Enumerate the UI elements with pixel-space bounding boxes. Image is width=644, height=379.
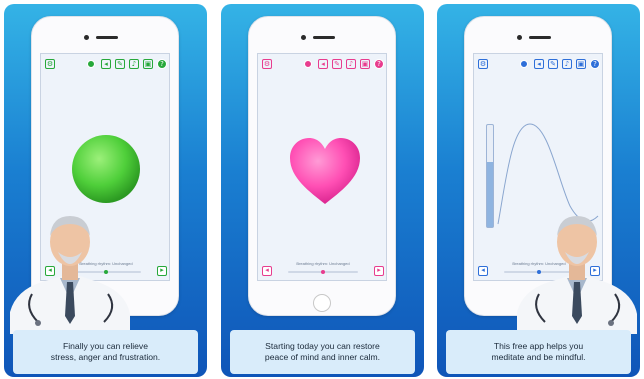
help-icon[interactable]: ?: [590, 59, 600, 69]
phone-mockup: ⚙ ◂ ✎ ♪ ▣ ? ◂ ▸ Breathing rhythm: Unchan…: [248, 16, 396, 316]
caption-box: Starting today you can restore peace of …: [230, 330, 415, 374]
left-arrow-icon[interactable]: ◂: [478, 266, 488, 276]
caption-line-1: This free app helps you: [493, 341, 584, 351]
record-icon[interactable]: [87, 60, 95, 68]
home-button: [313, 294, 331, 312]
cart-icon[interactable]: ▣: [576, 59, 586, 69]
music-icon[interactable]: ♪: [129, 59, 139, 69]
earpiece: [529, 36, 551, 39]
breathing-heart: [290, 138, 360, 204]
caption-line-1: Finally you can relieve: [62, 341, 149, 351]
breath-level-bar: [486, 124, 494, 228]
caption-line-2: meditate and be mindful.: [491, 352, 586, 362]
breathing-progress[interactable]: [288, 270, 358, 274]
wrench-icon[interactable]: ✎: [548, 59, 558, 69]
right-arrow-icon[interactable]: ▸: [157, 266, 167, 276]
screenshot-panel-3: ⚙ ◂ ✎ ♪ ▣ ? ◂ ▸ Breathing rhythm: Unchan…: [437, 4, 640, 377]
record-icon[interactable]: [520, 60, 528, 68]
earpiece: [313, 36, 335, 39]
gear-icon[interactable]: ⚙: [45, 59, 55, 69]
progress-dot: [321, 270, 325, 274]
speaker-icon[interactable]: ◂: [101, 59, 111, 69]
speaker-icon[interactable]: ◂: [318, 59, 328, 69]
cart-icon[interactable]: ▣: [360, 59, 370, 69]
caption-line-2: peace of mind and inner calm.: [264, 352, 381, 362]
doctor-photo: [517, 216, 637, 334]
cart-icon[interactable]: ▣: [143, 59, 153, 69]
breathing-status: Breathing rhythm: Unchanged: [296, 261, 350, 266]
record-icon[interactable]: [304, 60, 312, 68]
caption-line-2: stress, anger and frustration.: [50, 352, 161, 362]
wrench-icon[interactable]: ✎: [332, 59, 342, 69]
gear-icon[interactable]: ⚙: [262, 59, 272, 69]
caption-box: This free app helps you meditate and be …: [446, 330, 631, 374]
earpiece: [96, 36, 118, 39]
wrench-icon[interactable]: ✎: [115, 59, 125, 69]
speaker-icon[interactable]: ◂: [534, 59, 544, 69]
breathing-ball: [72, 135, 140, 203]
caption-line-1: Starting today you can restore: [265, 341, 380, 351]
screenshot-panel-2: ⚙ ◂ ✎ ♪ ▣ ? ◂ ▸ Breathing rhythm: Unchan…: [221, 4, 424, 377]
doctor-photo: [10, 216, 130, 334]
right-arrow-icon[interactable]: ▸: [374, 266, 384, 276]
music-icon[interactable]: ♪: [346, 59, 356, 69]
left-arrow-icon[interactable]: ◂: [262, 266, 272, 276]
gear-icon[interactable]: ⚙: [478, 59, 488, 69]
screenshot-panel-1: ⚙ ◂ ✎ ♪ ▣ ? ◂ ▸ Breathing rhythm: Unchan…: [4, 4, 207, 377]
front-camera: [517, 35, 522, 40]
app-screen: ⚙ ◂ ✎ ♪ ▣ ? ◂ ▸ Breathing rhythm: Unchan…: [257, 53, 387, 281]
caption-box: Finally you can relieve stress, anger an…: [13, 330, 198, 374]
app-store-screenshots: ⚙ ◂ ✎ ♪ ▣ ? ◂ ▸ Breathing rhythm: Unchan…: [0, 0, 644, 379]
front-camera: [84, 35, 89, 40]
help-icon[interactable]: ?: [374, 59, 384, 69]
breath-level-fill: [487, 161, 493, 227]
music-icon[interactable]: ♪: [562, 59, 572, 69]
front-camera: [301, 35, 306, 40]
help-icon[interactable]: ?: [157, 59, 167, 69]
